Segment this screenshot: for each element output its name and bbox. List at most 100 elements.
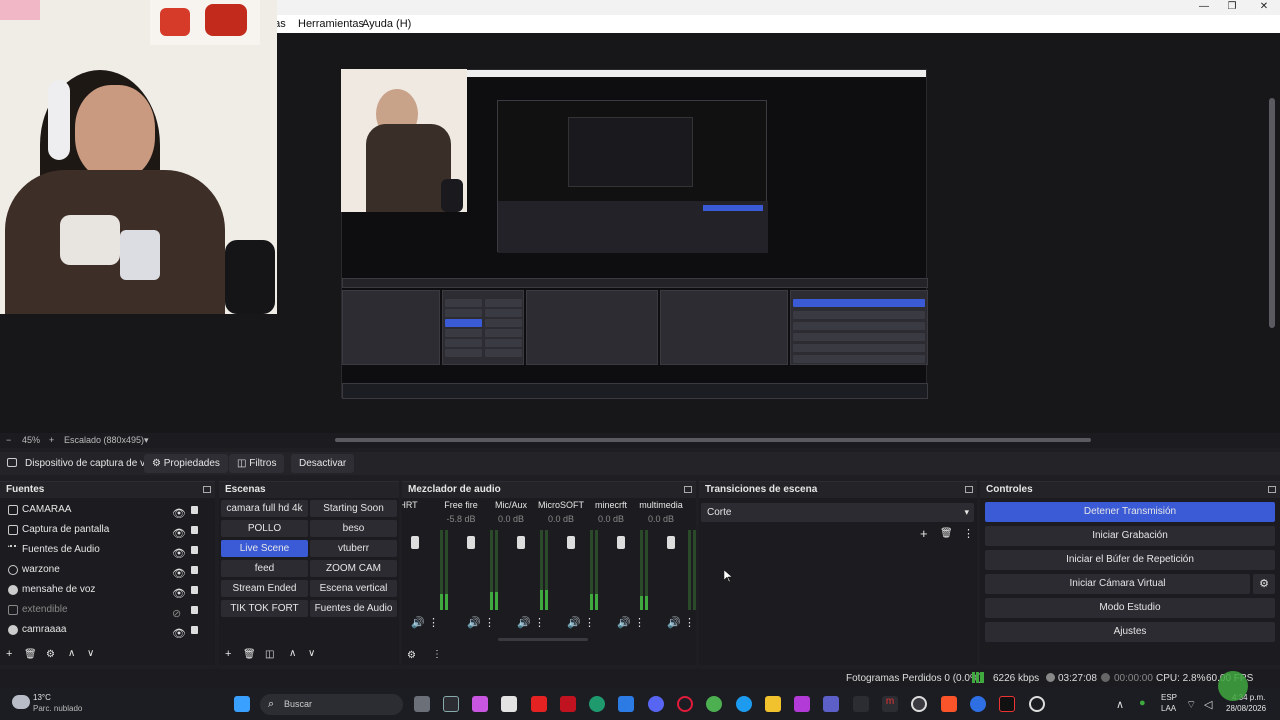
teams-icon[interactable]: [823, 696, 839, 712]
move-up-icon[interactable]: ∧: [68, 648, 75, 659]
settings-button[interactable]: Ajustes: [985, 622, 1275, 642]
properties-button[interactable]: ⚙ Propiedades: [144, 454, 228, 473]
lock-icon[interactable]: [191, 566, 198, 574]
scene-button[interactable]: Fuentes de Audio: [310, 600, 397, 617]
windows-start-icon[interactable]: [234, 696, 250, 712]
transition-select[interactable]: Corte ▾: [701, 503, 974, 522]
scene-button[interactable]: feed: [221, 560, 308, 577]
move-down-icon[interactable]: ∨: [308, 648, 315, 659]
move-up-icon[interactable]: ∧: [289, 648, 296, 659]
zoom-in-button[interactable]: +: [49, 435, 54, 445]
app-blue2-icon[interactable]: [970, 696, 986, 712]
maximize-icon[interactable]: ❐: [1216, 0, 1248, 15]
volume-icon[interactable]: ◁: [1204, 698, 1212, 711]
filter-icon[interactable]: ◫: [265, 649, 274, 660]
move-down-icon[interactable]: ∨: [87, 648, 94, 659]
start-virtual-camera-button[interactable]: Iniciar Cámara Virtual: [985, 574, 1250, 594]
microphone-icon[interactable]: ●: [1139, 697, 1146, 709]
source-item[interactable]: CAMARAA 👁: [0, 500, 212, 520]
app-dark-icon[interactable]: [853, 696, 869, 712]
lock-icon[interactable]: [191, 526, 198, 534]
menu-help[interactable]: Ayuda (H): [362, 18, 411, 30]
stop-stream-button[interactable]: Detener Transmisión: [985, 502, 1275, 522]
preview-vertical-scrollbar[interactable]: [1269, 98, 1275, 328]
scene-button[interactable]: beso: [310, 520, 397, 537]
trash-icon[interactable]: 🗑: [940, 528, 953, 539]
app-blue-icon[interactable]: [736, 696, 752, 712]
lock-icon[interactable]: [191, 626, 198, 634]
scene-button[interactable]: Escena vertical: [310, 580, 397, 597]
source-item[interactable]: Fuentes de Audio 👁: [0, 540, 212, 560]
mixer-scrollbar[interactable]: [498, 638, 588, 641]
trash-icon[interactable]: 🗑: [24, 649, 37, 660]
mixer-settings-icon[interactable]: ⚙: [407, 650, 416, 661]
studio-mode-button[interactable]: Modo Estudio: [985, 598, 1275, 618]
app-purple-icon[interactable]: [794, 696, 810, 712]
gear-icon[interactable]: ⚙: [46, 649, 55, 660]
more-options-icon[interactable]: ⋮: [432, 649, 442, 660]
scene-button[interactable]: Starting Soon: [310, 500, 397, 517]
popout-icon[interactable]: [203, 486, 211, 493]
chevron-down-icon[interactable]: ▾: [144, 435, 149, 446]
brave-icon[interactable]: [941, 696, 957, 712]
lang-secondary[interactable]: LAA: [1161, 704, 1176, 713]
app-red-icon[interactable]: [560, 696, 576, 712]
scene-button[interactable]: ZOOM CAM: [310, 560, 397, 577]
trash-icon[interactable]: 🗑: [243, 649, 256, 660]
popout-icon[interactable]: [1268, 486, 1276, 493]
clock-date[interactable]: 28/08/2026: [1226, 704, 1266, 713]
discord-icon[interactable]: [648, 696, 664, 712]
store-icon[interactable]: [501, 696, 517, 712]
start-replay-buffer-button[interactable]: Iniciar el Búfer de Repetición: [985, 550, 1275, 570]
zoom-out-button[interactable]: −: [6, 435, 11, 445]
close-icon[interactable]: ✕: [1248, 0, 1280, 15]
source-item[interactable]: extendible ⊘: [0, 600, 212, 620]
add-icon[interactable]: +: [920, 526, 928, 541]
scaled-dropdown[interactable]: Escalado (880x495): [64, 435, 144, 445]
eye-icon[interactable]: 👁: [172, 624, 186, 644]
search-box[interactable]: ⌕ Buscar: [260, 694, 403, 715]
youtube-icon[interactable]: [531, 696, 547, 712]
source-item[interactable]: camraaaa 👁: [0, 620, 212, 640]
filters-button[interactable]: ◫ Filtros: [229, 454, 285, 473]
popout-icon[interactable]: [965, 486, 973, 493]
start-recording-button[interactable]: Iniciar Grabación: [985, 526, 1275, 546]
add-icon[interactable]: +: [6, 648, 12, 660]
scene-button[interactable]: POLLO: [221, 520, 308, 537]
lock-icon[interactable]: [191, 606, 198, 614]
add-icon[interactable]: +: [225, 648, 231, 660]
mail-icon[interactable]: [618, 696, 634, 712]
preview-horizontal-scrollbar[interactable]: [335, 438, 1091, 442]
lock-icon[interactable]: [191, 506, 198, 514]
copilot-icon[interactable]: [472, 696, 488, 712]
gear-icon[interactable]: ⚙: [1253, 574, 1275, 594]
obs-icon[interactable]: [911, 696, 927, 712]
lock-icon[interactable]: [191, 586, 198, 594]
lang-primary[interactable]: ESP: [1161, 693, 1177, 702]
task-view-icon[interactable]: [414, 696, 430, 712]
chevron-up-icon[interactable]: ∧: [1116, 698, 1124, 711]
selected-source-label: Dispositivo de captura de v: [25, 458, 146, 469]
deactivate-button[interactable]: Desactivar: [291, 454, 355, 473]
app-icon[interactable]: [443, 696, 459, 712]
scene-button[interactable]: Stream Ended: [221, 580, 308, 597]
scene-button[interactable]: TIK TOK FORT: [221, 600, 308, 617]
menu-tools[interactable]: Herramientas: [298, 18, 364, 30]
wifi-icon[interactable]: ⌔: [1186, 698, 1196, 712]
more-options-icon[interactable]: ⋮: [963, 527, 974, 540]
opera-icon[interactable]: [677, 696, 693, 712]
scene-button-active[interactable]: Live Scene: [221, 540, 308, 557]
lock-icon[interactable]: [191, 546, 198, 554]
chrome-icon[interactable]: [706, 696, 722, 712]
settings-icon[interactable]: [1029, 696, 1045, 712]
tiktok-icon[interactable]: [999, 696, 1015, 712]
folder-icon[interactable]: [765, 696, 781, 712]
edge-icon[interactable]: [589, 696, 605, 712]
source-item[interactable]: Captura de pantalla 👁: [0, 520, 212, 540]
scene-button[interactable]: vtuberr: [310, 540, 397, 557]
source-item[interactable]: mensahe de voz 👁: [0, 580, 212, 600]
source-item[interactable]: warzone 👁: [0, 560, 212, 580]
app-m-icon[interactable]: m: [882, 696, 898, 712]
popout-icon[interactable]: [684, 486, 692, 493]
scene-button[interactable]: camara full hd 4k: [221, 500, 308, 517]
